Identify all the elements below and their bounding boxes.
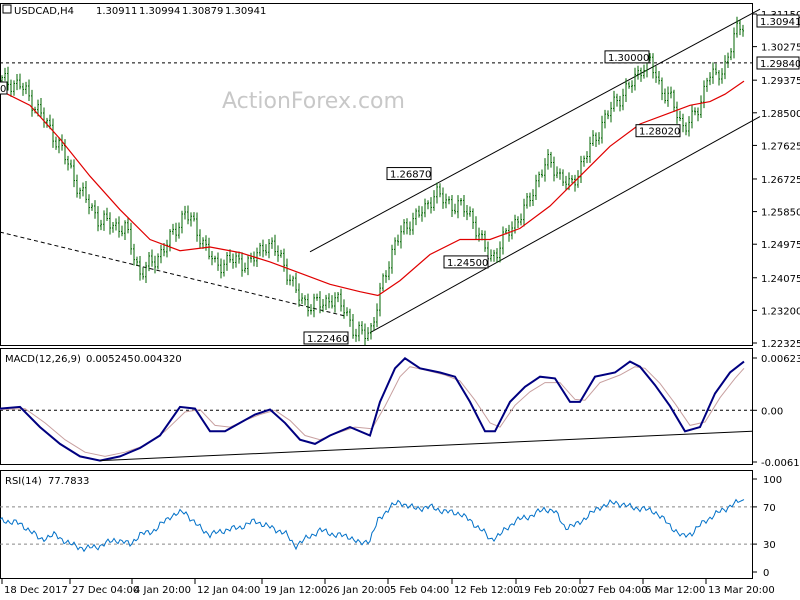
header-open: 1.30911 bbox=[96, 6, 137, 17]
macd-axis-label: 0.006232 bbox=[761, 354, 800, 365]
price-annotation-label: 1.30000 bbox=[608, 53, 649, 64]
macd-axis-label: -0.006163 bbox=[761, 458, 800, 469]
header-marker-icon bbox=[2, 4, 12, 14]
time-axis-label: 12 Jan 04:00 bbox=[197, 585, 260, 596]
rsi-axis-label: 70 bbox=[763, 503, 776, 514]
rsi-axis: 100 70 30 0 bbox=[752, 475, 782, 579]
time-axis: 18 Dec 2017 27 Dec 04:004 Jan 20:00 12 Jan… bbox=[1, 579, 775, 596]
header-high: 1.30994 bbox=[139, 6, 180, 17]
time-axis-label: 26 Jan 20:00 bbox=[327, 585, 390, 596]
header-low: 1.30879 bbox=[182, 6, 223, 17]
watermark: ActionForex.com bbox=[222, 89, 405, 114]
price-axis-label: 1.30275 bbox=[761, 43, 800, 54]
last-price-label: 1.30941 bbox=[760, 17, 800, 28]
usdcad-chart: ActionForex.com 1.22460 1.26870 1.24500 1.3… bbox=[0, 3, 800, 596]
macd-axis-label: 0.00 bbox=[761, 406, 783, 417]
last-price-tag: 1.30941 bbox=[756, 14, 800, 28]
rsi-axis-label: 30 bbox=[763, 540, 776, 551]
rsi-axis-label: 100 bbox=[763, 475, 782, 486]
rsi-axis-label: 0 bbox=[763, 568, 769, 579]
time-axis-label: 18 Dec 2017 bbox=[4, 585, 68, 596]
macd-header-name: MACD(12,26,9) bbox=[5, 354, 81, 365]
price-annotation-label: 1.28020 bbox=[639, 127, 680, 138]
time-axis-label: 4 Jan 20:00 bbox=[134, 585, 191, 596]
price-axis-label: 1.29375 bbox=[761, 76, 800, 87]
time-axis-label: 27 Feb 04:00 bbox=[582, 585, 648, 596]
time-axis-label: 27 Dec 04:00 bbox=[72, 585, 139, 596]
time-axis-label: 5 Feb 04:00 bbox=[390, 585, 449, 596]
time-axis-label: 13 Mar 20:00 bbox=[708, 585, 775, 596]
time-axis-label: 6 Mar 12:00 bbox=[645, 585, 705, 596]
left-edge-label: 0 bbox=[0, 84, 6, 95]
macd-header-v1: 0.005245 bbox=[86, 354, 134, 365]
price-axis-label: 1.28500 bbox=[761, 109, 800, 120]
header-close: 1.30941 bbox=[225, 6, 266, 17]
ref-price-tag: 1.29840 bbox=[756, 56, 800, 70]
header-symbol: USDCAD,H4 bbox=[14, 6, 74, 17]
chart-header: USDCAD,H4 1.30911 1.30994 1.30879 1.3094… bbox=[2, 4, 266, 17]
price-axis-label: 1.26725 bbox=[761, 175, 800, 186]
time-axis-label: 12 Feb 12:00 bbox=[454, 585, 520, 596]
price-annotation-label: 1.26870 bbox=[390, 170, 431, 181]
price-axis-label: 1.24075 bbox=[761, 274, 800, 285]
time-axis-label: 19 Jan 12:00 bbox=[264, 585, 327, 596]
ref-price-label: 1.29840 bbox=[760, 59, 800, 70]
price-annotation-label: 1.22460 bbox=[307, 334, 348, 345]
price-axis-label: 1.27625 bbox=[761, 141, 800, 152]
rsi-header-name: RSI(14) bbox=[5, 476, 42, 487]
price-annotation-label: 1.24500 bbox=[447, 258, 488, 269]
price-axis-label: 1.22325 bbox=[761, 339, 800, 350]
price-axis-label: 1.24975 bbox=[761, 240, 800, 251]
macd-axis: 0.006232 0.00 -0.006163 bbox=[752, 354, 800, 469]
time-axis-label: 19 Feb 20:00 bbox=[518, 585, 584, 596]
macd-header-v2: 0.004320 bbox=[134, 354, 182, 365]
price-axis-label: 1.23200 bbox=[761, 306, 800, 317]
rsi-header-value: 77.7833 bbox=[48, 476, 89, 487]
price-axis-label: 1.25850 bbox=[761, 208, 800, 219]
